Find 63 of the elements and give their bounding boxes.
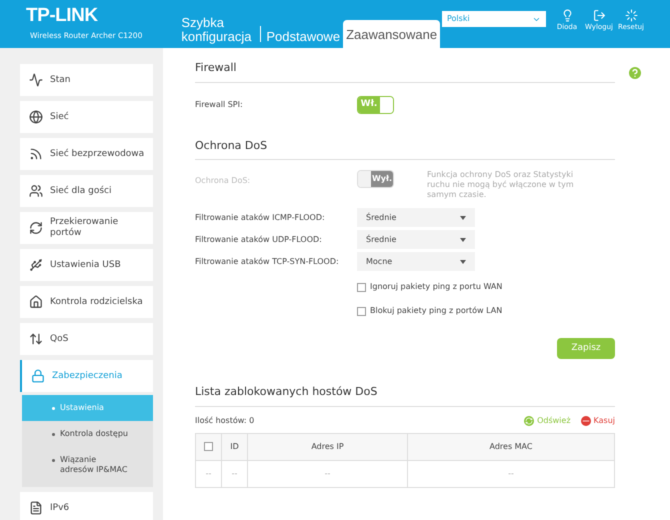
section-title: Firewall bbox=[195, 60, 615, 82]
sidebar-item[interactable]: Ustawienia USB bbox=[20, 249, 153, 281]
bullet-icon bbox=[52, 432, 55, 436]
toggle-label: Wł. bbox=[358, 96, 380, 112]
field-label: Filtrowanie ataków ICMP-FLOOD: bbox=[195, 212, 326, 224]
bulb-icon bbox=[560, 9, 574, 22]
submenu-item[interactable]: Wiązanie adresów IP&MAC bbox=[22, 447, 153, 483]
column-header: Adres MAC bbox=[408, 433, 614, 460]
sidebar-item[interactable]: Sieć dla gości bbox=[20, 175, 153, 207]
globe-icon bbox=[29, 110, 43, 124]
table-cell: -- bbox=[222, 460, 248, 487]
field-label: Firewall SPI: bbox=[195, 98, 244, 110]
sidebar-item[interactable]: Sieć bezprzewodowa bbox=[20, 138, 153, 170]
checkbox[interactable] bbox=[204, 442, 213, 451]
checkbox-label: Blokuj pakiety ping z portów LAN bbox=[370, 305, 502, 317]
sidebar-item[interactable]: Kontrola rodzicielska bbox=[20, 286, 153, 318]
submenu-item[interactable]: Kontrola dostępu bbox=[22, 421, 153, 447]
padlock-icon bbox=[31, 369, 45, 383]
toggle-label: Wył. bbox=[371, 171, 393, 187]
delete-button[interactable]: Kasuj bbox=[580, 414, 615, 426]
arrows-icon bbox=[29, 332, 43, 346]
pulse-icon bbox=[29, 73, 43, 87]
field-label: Filtrowanie ataków TCP-SYN-FLOOD: bbox=[195, 256, 340, 268]
dropdown[interactable]: Średnie bbox=[357, 230, 475, 249]
checkbox-label: Ignoruj pakiety ping z portu WAN bbox=[370, 281, 502, 293]
sidebar-item[interactable]: IPv6 bbox=[20, 492, 153, 520]
caret-icon bbox=[460, 216, 466, 220]
sidebar-item[interactable]: Przekierowanie portów bbox=[20, 212, 153, 244]
field-label: Ochrona DoS: bbox=[195, 175, 252, 187]
field-label: Filtrowanie ataków UDP-FLOOD: bbox=[195, 234, 323, 246]
logo: TP-LINK bbox=[26, 6, 99, 26]
sidebar-item[interactable]: QoS bbox=[20, 323, 153, 355]
help-icon bbox=[627, 65, 643, 81]
cycle-icon bbox=[29, 221, 43, 235]
people-icon bbox=[29, 184, 43, 198]
minus-icon bbox=[580, 416, 591, 426]
checkbox[interactable] bbox=[357, 306, 366, 316]
refresh-icon bbox=[524, 416, 534, 426]
section-title: Ochrona DoS bbox=[195, 138, 615, 160]
dropdown[interactable]: Mocne bbox=[357, 252, 475, 271]
logout-icon bbox=[592, 9, 606, 22]
table-cell: -- bbox=[196, 460, 222, 487]
sidebar-item[interactable]: Stan bbox=[20, 64, 153, 96]
nav-tab[interactable]: Zaawansowane bbox=[343, 20, 440, 48]
table-cell: -- bbox=[408, 460, 614, 487]
table-cell: -- bbox=[248, 460, 408, 487]
bullet-icon bbox=[52, 406, 55, 410]
host-count: Ilość hostów: 0 bbox=[195, 414, 254, 426]
plug-icon bbox=[29, 258, 43, 272]
note-text: Funkcja ochrony DoS oraz Statystyki ruchu nie mogą być włączone w tym samym czasie. bbox=[427, 170, 575, 200]
section-title: Lista zablokowanych hostów DoS bbox=[195, 384, 615, 406]
caret-icon bbox=[460, 238, 466, 242]
spinner-icon bbox=[624, 9, 638, 22]
sidebar-item[interactable]: Sieć bbox=[20, 101, 153, 133]
bullet-icon bbox=[52, 458, 55, 462]
column-header: ID bbox=[222, 433, 248, 460]
checkbox[interactable] bbox=[357, 282, 366, 292]
house-icon bbox=[29, 295, 43, 309]
signal-icon bbox=[29, 147, 43, 161]
document-icon bbox=[29, 501, 43, 515]
caret-icon bbox=[460, 260, 466, 264]
dropdown[interactable]: Średnie bbox=[357, 208, 475, 227]
column-header: Adres IP bbox=[248, 433, 408, 460]
